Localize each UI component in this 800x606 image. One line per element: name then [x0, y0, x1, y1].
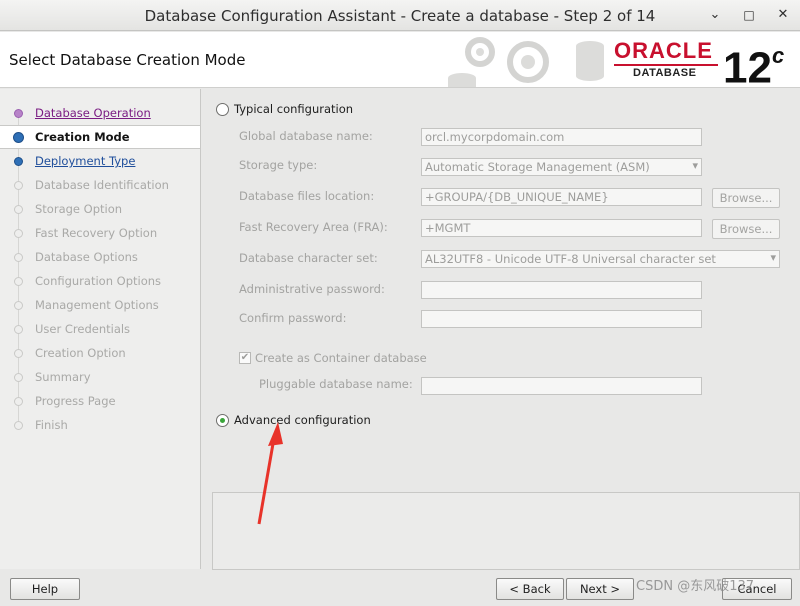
step-database-identification: Database Identification: [0, 174, 200, 196]
step-label: Deployment Type: [35, 154, 136, 168]
step-finish: Finish: [0, 414, 200, 436]
storage-type-value: Automatic Storage Management (ASM): [425, 160, 650, 174]
step-progress-page: Progress Page: [0, 390, 200, 412]
minimize-icon[interactable]: ⌄: [706, 6, 724, 24]
step-database-options: Database Options: [0, 246, 200, 268]
help-button[interactable]: Help: [10, 578, 80, 600]
step-indicator-icon: [14, 373, 23, 382]
step-indicator-icon: [14, 205, 23, 214]
step-label: Creation Option: [35, 346, 126, 360]
close-icon[interactable]: ✕: [774, 6, 792, 24]
typical-config-radio-row[interactable]: Typical configuration: [216, 102, 353, 116]
typical-config-label: Typical configuration: [234, 102, 354, 116]
page-header: Select Database Creation Mode ORACLE DAT…: [0, 32, 800, 88]
step-indicator-icon: [14, 397, 23, 406]
version-badge: 12c: [723, 36, 785, 88]
step-indicator-icon: [13, 132, 24, 143]
step-indicator-icon: [14, 229, 23, 238]
charset-select[interactable]: AL32UTF8 - Unicode UTF-8 Universal chara…: [421, 250, 780, 268]
step-creation-mode: Creation Mode: [0, 125, 200, 149]
step-indicator-icon: [14, 181, 23, 190]
step-creation-option: Creation Option: [0, 342, 200, 364]
fra-browse-button[interactable]: Browse...: [712, 219, 780, 239]
oracle-logo-bar: [614, 64, 718, 66]
gears-decoration-icon: [448, 37, 604, 87]
step-label: Storage Option: [35, 202, 123, 216]
step-label: Fast Recovery Option: [35, 226, 158, 240]
storage-type-label: Storage type:: [239, 158, 318, 172]
step-indicator-icon: [14, 277, 23, 286]
version-number: 12: [723, 43, 772, 88]
step-label: Management Options: [35, 298, 159, 312]
admin-password-input[interactable]: [421, 281, 702, 299]
step-configuration-options: Configuration Options: [0, 270, 200, 292]
page-title: Select Database Creation Mode: [9, 51, 246, 69]
pluggable-db-name-input[interactable]: [421, 377, 702, 395]
oracle-logo-sub: DATABASE: [633, 67, 697, 79]
next-button[interactable]: Next >: [566, 578, 634, 600]
container-db-checkbox-row[interactable]: ✔ Create as Container database: [239, 351, 427, 365]
step-fast-recovery-option: Fast Recovery Option: [0, 222, 200, 244]
global-db-name-label: Global database name:: [239, 129, 373, 143]
step-management-options: Management Options: [0, 294, 200, 316]
db-files-browse-button[interactable]: Browse...: [712, 188, 780, 208]
typical-config-radio[interactable]: [216, 102, 229, 116]
step-label: Database Identification: [35, 178, 169, 192]
step-database-operation[interactable]: Database Operation: [0, 102, 200, 124]
storage-type-select[interactable]: Automatic Storage Management (ASM): [421, 158, 702, 176]
window-titlebar[interactable]: Database Configuration Assistant - Creat…: [0, 0, 800, 31]
annotation-arrow-icon: [257, 422, 283, 525]
step-label: Configuration Options: [35, 274, 162, 288]
back-button[interactable]: < Back: [496, 578, 564, 600]
db-files-location-label: Database files location:: [239, 189, 375, 203]
window-title: Database Configuration Assistant - Creat…: [144, 7, 656, 25]
step-indicator-icon: [14, 325, 23, 334]
step-indicator-icon: [14, 253, 23, 262]
step-label: User Credentials: [35, 322, 131, 336]
step-label: Progress Page: [35, 394, 116, 408]
step-summary: Summary: [0, 366, 200, 388]
step-indicator-icon: [14, 157, 23, 166]
watermark: CSDN @东风破137: [636, 579, 755, 594]
step-label: Finish: [35, 418, 68, 432]
container-db-label: Create as Container database: [255, 351, 427, 365]
description-panel: [212, 492, 800, 570]
admin-password-label: Administrative password:: [239, 282, 385, 296]
version-suffix: c: [771, 43, 785, 68]
step-user-credentials: User Credentials: [0, 318, 200, 340]
step-indicator-icon: [14, 109, 23, 118]
pluggable-db-name-label: Pluggable database name:: [259, 377, 413, 391]
maximize-icon[interactable]: □: [740, 6, 758, 24]
charset-value: AL32UTF8 - Unicode UTF-8 Universal chara…: [425, 252, 716, 266]
global-db-name-input[interactable]: orcl.mycorpdomain.com: [421, 128, 702, 146]
steps-sidebar: Database Operation Creation Mode Deploym…: [0, 89, 201, 569]
step-storage-option: Storage Option: [0, 198, 200, 220]
step-indicator-icon: [14, 301, 23, 310]
step-label: Database Operation: [35, 106, 151, 120]
step-label: Creation Mode: [35, 130, 130, 144]
step-indicator-icon: [14, 421, 23, 430]
db-files-location-input[interactable]: +GROUPA/{DB_UNIQUE_NAME}: [421, 188, 702, 206]
step-indicator-icon: [14, 349, 23, 358]
container-db-checkbox[interactable]: ✔: [239, 352, 251, 364]
step-label: Summary: [35, 370, 91, 384]
step-deployment-type[interactable]: Deployment Type: [0, 150, 200, 172]
confirm-password-label: Confirm password:: [239, 311, 347, 325]
fra-label: Fast Recovery Area (FRA):: [239, 220, 388, 234]
charset-label: Database character set:: [239, 251, 378, 265]
step-label: Database Options: [35, 250, 138, 264]
confirm-password-input[interactable]: [421, 310, 702, 328]
advanced-config-radio[interactable]: [216, 413, 229, 427]
oracle-logo: ORACLE: [614, 38, 713, 63]
fra-input[interactable]: +MGMT: [421, 219, 702, 237]
